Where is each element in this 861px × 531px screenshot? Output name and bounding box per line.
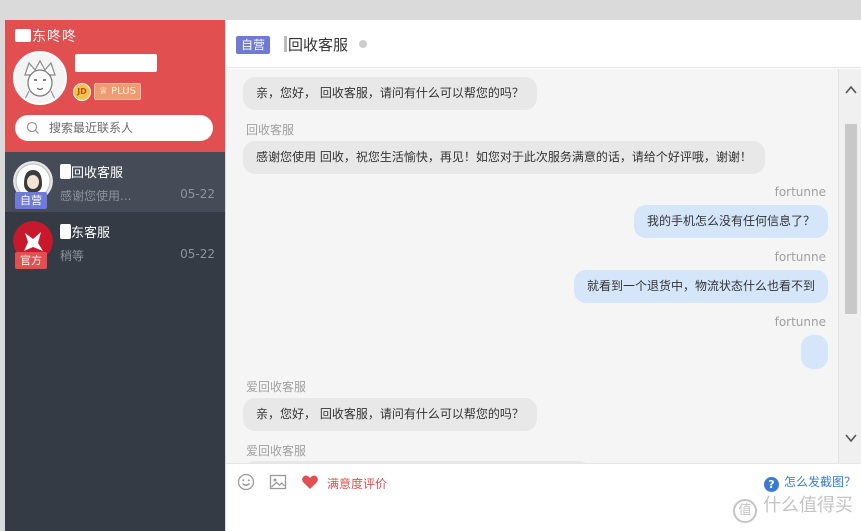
contact-tag: 自营: [15, 192, 47, 209]
satisfaction-rating-link[interactable]: 满意度评价: [327, 475, 387, 492]
search-icon: [26, 121, 39, 134]
chat-title-text: 回收客服: [288, 36, 349, 54]
help-label: 怎么发截图？: [783, 475, 856, 489]
message-bubble-right-image[interactable]: [801, 335, 828, 369]
message-sender: fortunne: [774, 250, 826, 264]
contact-date: 05-22: [180, 247, 215, 261]
contact-tag: 官方: [15, 252, 47, 269]
contact-name: 回收客服: [60, 162, 123, 181]
search-input[interactable]: [49, 119, 199, 137]
contact-item-recycle-service[interactable]: 自营 回收客服 感谢您使用... 05-22: [5, 152, 225, 212]
question-icon: ?: [763, 477, 779, 492]
message-bubble-left: 亲，您好， 回收客服，请问有什么可以帮您的吗？: [243, 398, 537, 431]
online-status-dot: [359, 40, 367, 48]
message-bubble-left: 亲，您好， 回收客服，请问有什么可以帮您的吗？: [243, 77, 537, 110]
message-list[interactable]: 亲，您好， 回收客服，请问有什么可以帮您的吗？ 回收客服 感谢您使用 回收，祝您…: [226, 69, 838, 463]
redaction-mask: [284, 36, 287, 52]
username-redaction: [75, 54, 157, 72]
message-sender: 爱回收客服: [246, 380, 307, 394]
message-sender: fortunne: [774, 315, 826, 329]
chat-title: 回收客服: [284, 34, 348, 55]
screenshot-help-link[interactable]: ? 怎么发截图？: [763, 473, 856, 492]
watermark: 值什么值得买: [733, 491, 853, 523]
chevron-up-icon[interactable]: [844, 83, 858, 97]
plus-label: PLUS: [111, 86, 136, 97]
contact-name-text: 回收客服: [71, 166, 124, 181]
chat-panel: 自营 回收客服 亲，您好， 回收客服，请问有什么可以帮您的吗？ 回收客服 感谢您…: [225, 20, 861, 531]
self-operated-tag: 自营: [236, 36, 271, 54]
vip-level-badge: JD: [73, 83, 91, 101]
redaction-mask: [15, 29, 31, 42]
redaction-mask: [60, 164, 71, 179]
app-title-text: 东咚咚: [32, 29, 77, 45]
watermark-text: 什么值得买: [763, 495, 853, 516]
message-sender: fortunne: [774, 185, 826, 199]
heart-icon[interactable]: [301, 473, 319, 491]
window-top-strip: [0, 0, 861, 20]
emoji-icon[interactable]: [237, 473, 255, 491]
plus-badge: ♕ PLUS: [94, 83, 141, 100]
message-bubble-right: 就看到一个退货中，物流状态什么也看不到: [573, 270, 828, 303]
contact-name: 东客服: [60, 222, 110, 241]
contact-search[interactable]: [15, 115, 213, 141]
scroll-thumb[interactable]: [845, 124, 857, 314]
profile-panel: 东咚咚 JD ♕ PLUS: [5, 20, 225, 152]
user-avatar[interactable]: [13, 51, 67, 105]
contact-preview: 稍等: [60, 249, 85, 263]
message-bubble-right: 我的手机怎么没有任何信息了？: [633, 205, 828, 238]
avatar-illustration: [15, 53, 65, 103]
redaction-mask: [60, 224, 71, 239]
contact-name-text: 东客服: [71, 226, 111, 241]
message-bubble-left: 感谢您使用 回收，祝您生活愉快，再见！如您对于此次服务满意的话，请给个好评哦，谢…: [243, 141, 765, 174]
message-scrollbar[interactable]: [838, 69, 861, 463]
message-sender: 回收客服: [246, 123, 295, 137]
contact-item-jd-service[interactable]: 官方 东客服 稍等 05-22: [5, 212, 225, 272]
chat-header: 自营 回收客服: [226, 20, 861, 68]
chevron-down-icon[interactable]: [844, 431, 858, 445]
image-icon[interactable]: [269, 473, 287, 491]
message-sender: 爱回收客服: [246, 444, 307, 458]
contact-date: 05-22: [180, 187, 215, 201]
sidebar: 东咚咚 JD ♕ PLUS 搜索最近联系人 自营 回收客服 感谢您使用... 0…: [5, 20, 225, 531]
watermark-logo: 值: [733, 499, 757, 523]
contact-preview: 感谢您使用...: [60, 189, 132, 203]
app-title: 东咚咚: [15, 26, 77, 46]
